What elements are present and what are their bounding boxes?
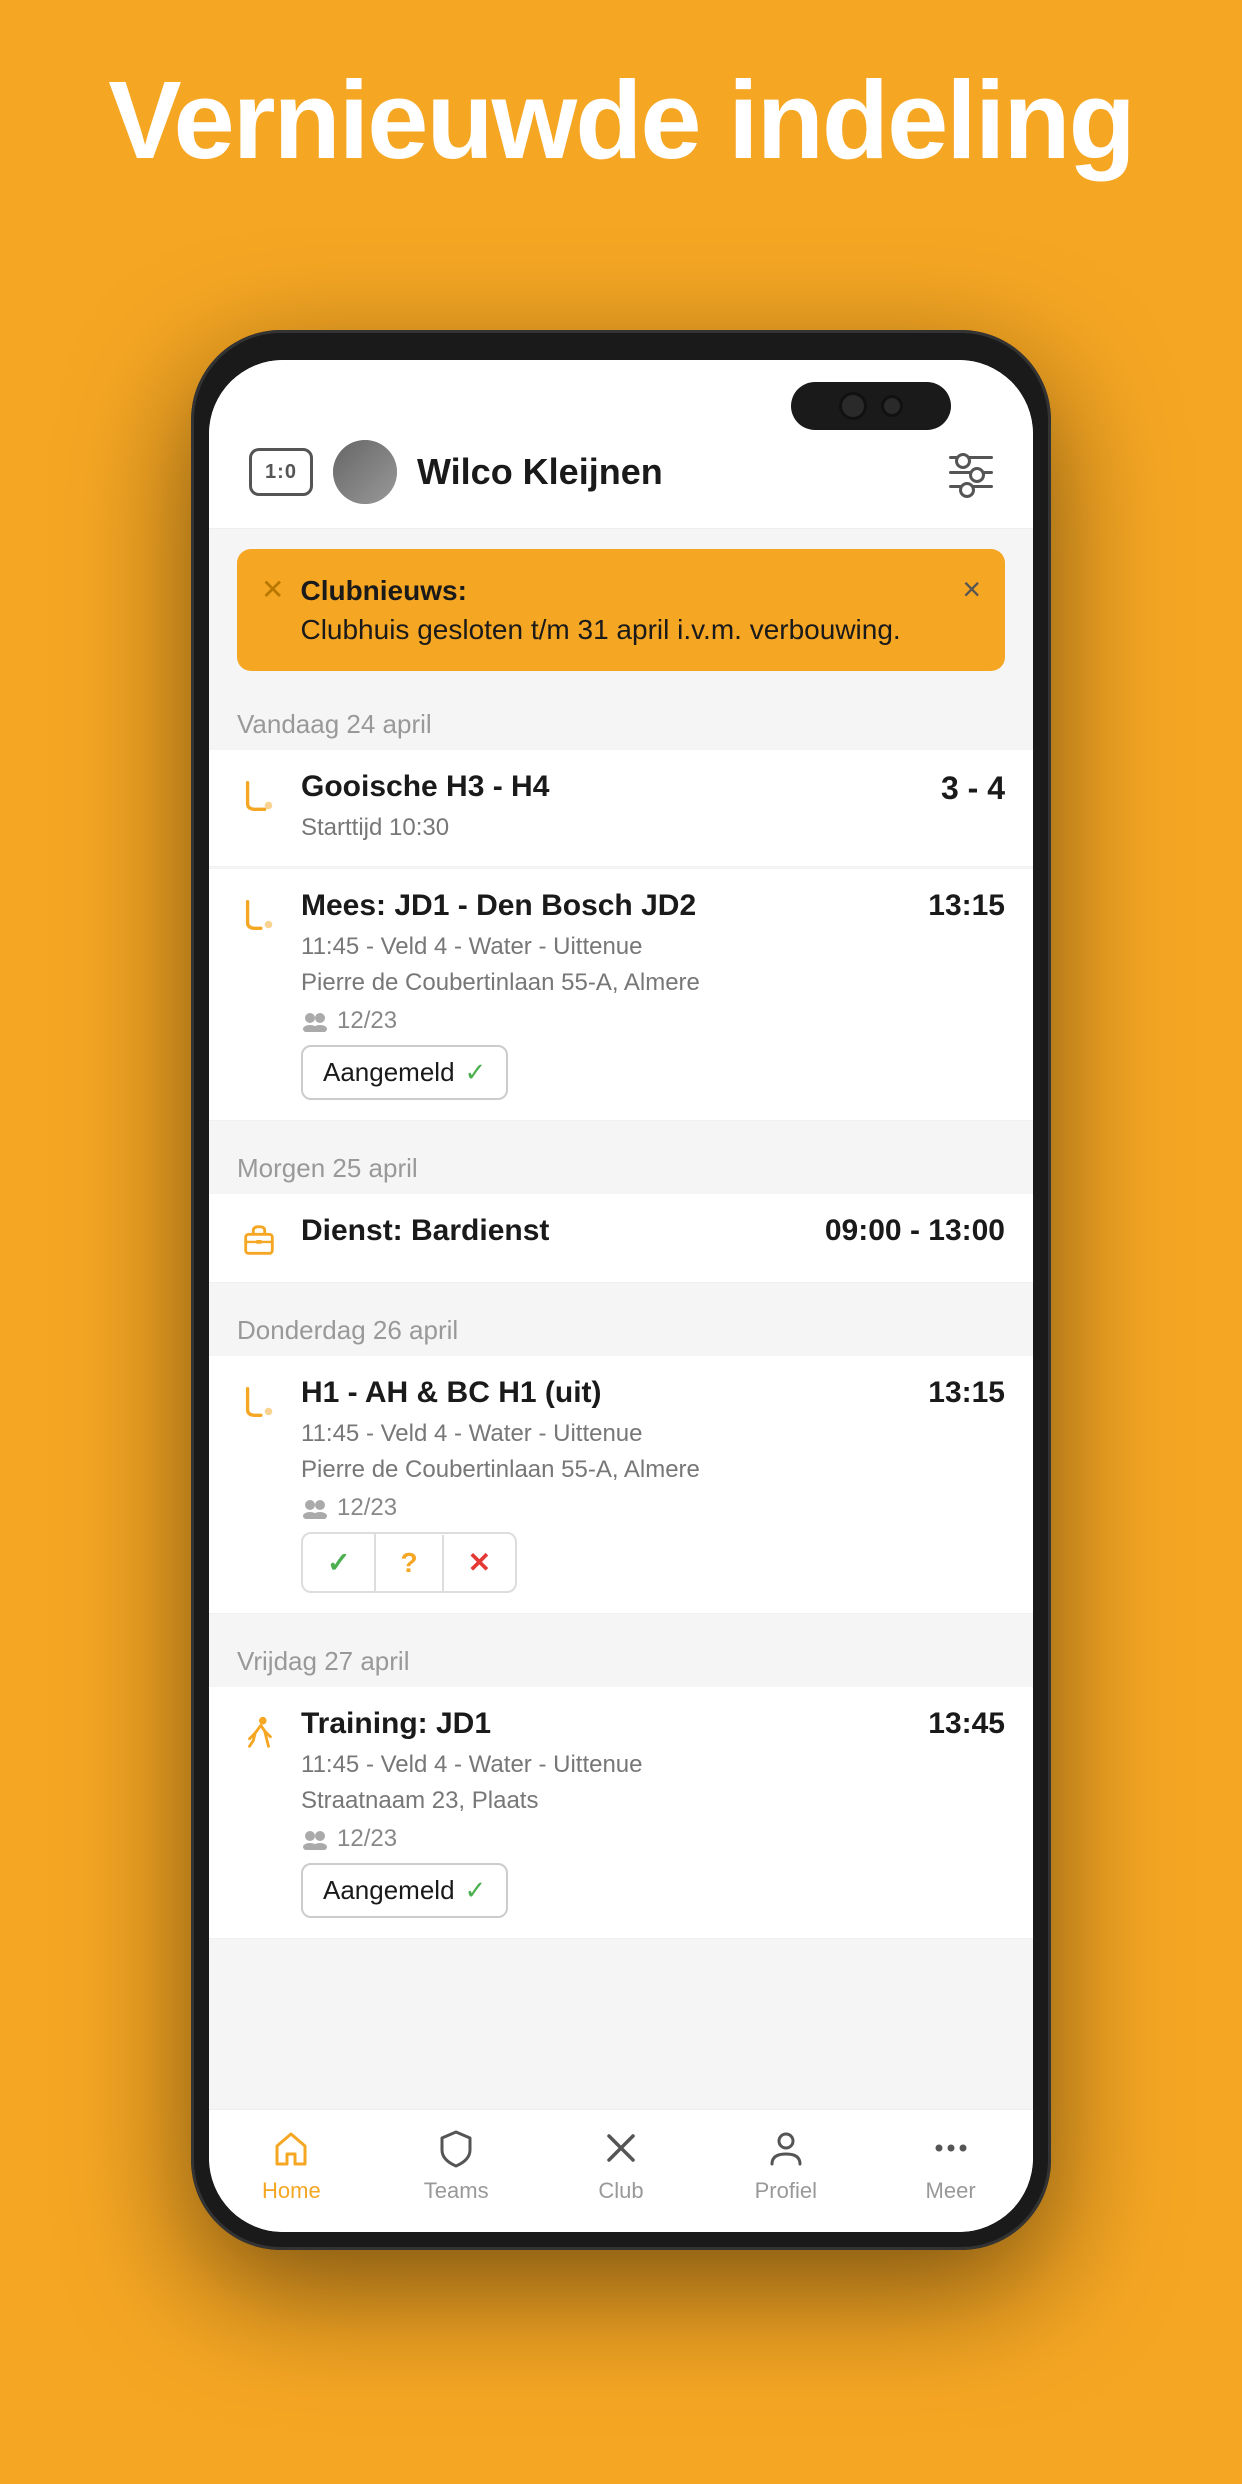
section-divider-1 bbox=[209, 1123, 1033, 1135]
event-time-mees: 13:15 bbox=[928, 889, 1005, 923]
training-icon bbox=[237, 1711, 281, 1755]
event-subtitle-training-line2: Straatnaam 23, Plaats bbox=[301, 1783, 908, 1819]
people-label-mees: 12/23 bbox=[337, 1007, 397, 1035]
event-body-mees: Mees: JD1 - Den Bosch JD2 11:45 - Veld 4… bbox=[301, 889, 908, 1100]
section-divider-2 bbox=[209, 1285, 1033, 1297]
event-title-gooische: Gooische H3 - H4 bbox=[301, 770, 921, 804]
duty-icon bbox=[237, 1218, 281, 1262]
more-icon bbox=[927, 2126, 975, 2170]
nav-item-home[interactable]: Home bbox=[209, 2126, 374, 2204]
response-yes-button[interactable]: ✓ bbox=[303, 1534, 376, 1591]
event-subtitle-h1-line2: Pierre de Coubertinlaan 55-A, Almere bbox=[301, 1452, 908, 1488]
notification-title: Clubnieuws: bbox=[300, 571, 946, 610]
aangemeld-label-mees: Aangemeld bbox=[323, 1057, 455, 1088]
event-item-h1[interactable]: H1 - AH & BC H1 (uit) 11:45 - Veld 4 - W… bbox=[209, 1356, 1033, 1614]
response-no-button[interactable]: ✕ bbox=[444, 1534, 515, 1591]
home-icon bbox=[267, 2126, 315, 2170]
event-item-training-jd1[interactable]: Training: JD1 11:45 - Veld 4 - Water - U… bbox=[209, 1687, 1033, 1939]
nav-label-more: Meer bbox=[926, 2178, 976, 2204]
event-subtitle-mees-line1: 11:45 - Veld 4 - Water - Uittenue bbox=[301, 929, 908, 965]
event-title-training: Training: JD1 bbox=[301, 1707, 908, 1741]
shield-icon bbox=[432, 2126, 480, 2170]
settings-line-1 bbox=[949, 456, 993, 459]
date-header-morgen: Morgen 25 april bbox=[209, 1135, 1033, 1194]
event-time-h1: 13:15 bbox=[928, 1376, 1005, 1410]
check-icon-mees: ✓ bbox=[465, 1057, 487, 1088]
notification-close-button[interactable]: × bbox=[962, 571, 981, 608]
nav-label-teams: Teams bbox=[424, 2178, 489, 2204]
bottom-spacer bbox=[209, 1941, 1033, 2021]
people-count-mees: 12/23 bbox=[301, 1007, 908, 1035]
people-count-h1: 12/23 bbox=[301, 1494, 908, 1522]
nav-item-club[interactable]: Club bbox=[539, 2126, 704, 2204]
event-body-gooische: Gooische H3 - H4 Starttijd 10:30 bbox=[301, 770, 921, 846]
app-content: 1:0 Wilco Kleijnen ✕ Clubnieuws: Clubhui… bbox=[209, 360, 1033, 2232]
events-scroll-area[interactable]: Vandaag 24 april Gooische H3 - H4 Star bbox=[209, 691, 1033, 2109]
event-item-mees-jd1[interactable]: Mees: JD1 - Den Bosch JD2 11:45 - Veld 4… bbox=[209, 869, 1033, 1121]
aangemeld-button-training[interactable]: Aangemeld ✓ bbox=[301, 1863, 508, 1918]
nav-item-profile[interactable]: Profiel bbox=[703, 2126, 868, 2204]
people-count-training: 12/23 bbox=[301, 1825, 908, 1853]
event-item-bardienst[interactable]: Dienst: Bardienst 09:00 - 13:00 bbox=[209, 1194, 1033, 1283]
nav-label-club: Club bbox=[598, 2178, 643, 2204]
event-body-h1: H1 - AH & BC H1 (uit) 11:45 - Veld 4 - W… bbox=[301, 1376, 908, 1593]
phone-device: 1:0 Wilco Kleijnen ✕ Clubnieuws: Clubhui… bbox=[191, 330, 1051, 2250]
notification-icon: ✕ bbox=[261, 573, 284, 606]
settings-line-2 bbox=[949, 471, 993, 474]
notification-text: Clubnieuws: Clubhuis gesloten t/m 31 apr… bbox=[300, 571, 946, 649]
aangemeld-label-training: Aangemeld bbox=[323, 1875, 455, 1906]
event-subtitle-h1-line1: 11:45 - Veld 4 - Water - Uittenue bbox=[301, 1416, 908, 1452]
nav-item-teams[interactable]: Teams bbox=[374, 2126, 539, 2204]
page-title: Vernieuwde indeling bbox=[0, 60, 1242, 181]
aangemeld-button-mees[interactable]: Aangemeld ✓ bbox=[301, 1045, 508, 1100]
people-label-training: 12/23 bbox=[337, 1825, 397, 1853]
person-icon bbox=[762, 2126, 810, 2170]
event-subtitle-gooische: Starttijd 10:30 bbox=[301, 810, 921, 846]
event-body-training: Training: JD1 11:45 - Veld 4 - Water - U… bbox=[301, 1707, 908, 1918]
camera-lens-secondary bbox=[881, 395, 903, 417]
response-maybe-button[interactable]: ? bbox=[376, 1535, 443, 1591]
nav-item-more[interactable]: Meer bbox=[868, 2126, 1033, 2204]
event-subtitle-mees-line2: Pierre de Coubertinlaan 55-A, Almere bbox=[301, 965, 908, 1001]
bottom-navigation: Home Teams bbox=[209, 2109, 1033, 2232]
event-score-gooische: 3 - 4 bbox=[941, 770, 1005, 807]
settings-line-3 bbox=[949, 485, 993, 488]
event-item-gooische[interactable]: Gooische H3 - H4 Starttijd 10:30 3 - 4 bbox=[209, 750, 1033, 867]
hockey-cross-icon bbox=[597, 2126, 645, 2170]
section-divider-3 bbox=[209, 1616, 1033, 1628]
user-name: Wilco Kleijnen bbox=[417, 451, 929, 493]
score-icon[interactable]: 1:0 bbox=[249, 448, 313, 496]
match-icon-1 bbox=[237, 774, 281, 818]
camera-lens-main bbox=[839, 392, 867, 420]
notification-body: Clubhuis gesloten t/m 31 april i.v.m. ve… bbox=[300, 614, 900, 645]
event-time-training: 13:45 bbox=[928, 1707, 1005, 1741]
date-header-donderdag: Donderdag 26 april bbox=[209, 1297, 1033, 1356]
response-buttons-h1[interactable]: ✓ ? ✕ bbox=[301, 1532, 517, 1593]
people-label-h1: 12/23 bbox=[337, 1494, 397, 1522]
notification-banner: ✕ Clubnieuws: Clubhuis gesloten t/m 31 a… bbox=[237, 549, 1005, 671]
avatar bbox=[333, 440, 397, 504]
event-time-bardienst: 09:00 - 13:00 bbox=[825, 1214, 1005, 1248]
event-title-mees: Mees: JD1 - Den Bosch JD2 bbox=[301, 889, 908, 923]
event-title-h1: H1 - AH & BC H1 (uit) bbox=[301, 1376, 908, 1410]
nav-label-home: Home bbox=[262, 2178, 321, 2204]
settings-icon[interactable] bbox=[949, 454, 993, 490]
date-header-vrijdag: Vrijdag 27 april bbox=[209, 1628, 1033, 1687]
event-body-bardienst: Dienst: Bardienst bbox=[301, 1214, 805, 1254]
check-icon-training: ✓ bbox=[465, 1875, 487, 1906]
match-icon-3 bbox=[237, 1380, 281, 1424]
event-subtitle-training-line1: 11:45 - Veld 4 - Water - Uittenue bbox=[301, 1747, 908, 1783]
date-header-today: Vandaag 24 april bbox=[209, 691, 1033, 750]
nav-label-profile: Profiel bbox=[755, 2178, 817, 2204]
camera-pill bbox=[791, 382, 951, 430]
match-icon-2 bbox=[237, 893, 281, 937]
phone-screen: 1:0 Wilco Kleijnen ✕ Clubnieuws: Clubhui… bbox=[209, 360, 1033, 2232]
event-title-bardienst: Dienst: Bardienst bbox=[301, 1214, 805, 1248]
